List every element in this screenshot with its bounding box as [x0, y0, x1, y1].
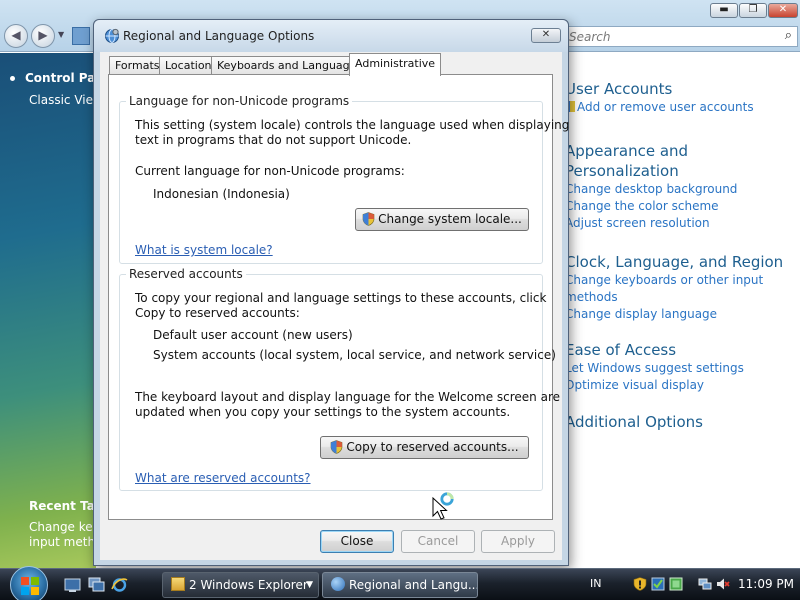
reserved-account-system: System accounts (local system, local ser…: [153, 348, 556, 362]
maximize-button[interactable]: ❐: [739, 3, 767, 18]
window-close-button[interactable]: ✕: [768, 3, 798, 18]
category-user-accounts: User Accounts Add or remove user account…: [565, 79, 754, 116]
group-legend: Language for non-Unicode programs: [126, 94, 353, 108]
tab-location[interactable]: Location: [159, 56, 218, 75]
what-are-reserved-accounts-link[interactable]: What are reserved accounts?: [135, 471, 311, 485]
dialog-close-button[interactable]: ✕: [531, 28, 561, 43]
search-icon[interactable]: ⌕: [785, 28, 792, 43]
windows-logo-icon: [21, 577, 39, 595]
back-arrow-icon: ◀: [11, 28, 21, 42]
current-language-value: Indonesian (Indonesia): [153, 187, 290, 201]
search-input[interactable]: Search ⌕: [560, 26, 798, 47]
current-language-label: Current language for non-Unicode program…: [135, 164, 405, 178]
category-link[interactable]: Let Windows suggest settings: [565, 360, 744, 377]
category-title[interactable]: Additional Options: [565, 412, 703, 432]
taskbar-windows-explorer[interactable]: 2 Windows Explorer ▼: [162, 572, 319, 598]
category-link[interactable]: Change desktop background: [565, 181, 737, 198]
volume-muted-icon[interactable]: [716, 577, 730, 591]
reserved-account-default: Default user account (new users): [153, 328, 353, 342]
welcome-screen-note: The keyboard layout and display language…: [135, 390, 560, 419]
input-language-indicator[interactable]: IN: [590, 577, 601, 590]
category-additional-options: Additional Options: [565, 412, 703, 432]
switch-windows-icon[interactable]: [88, 577, 105, 593]
group-legend: Reserved accounts: [126, 267, 246, 281]
control-panel-icon: [72, 27, 90, 45]
category-title[interactable]: Clock, Language, and Region: [565, 252, 783, 272]
category-clock-language-region: Clock, Language, and Region Change keybo…: [565, 252, 783, 323]
tab-formats[interactable]: Formats: [109, 56, 166, 75]
forward-button[interactable]: ▶: [31, 24, 55, 48]
category-ease-of-access: Ease of Access Let Windows suggest setti…: [565, 340, 744, 394]
network-icon[interactable]: [698, 577, 712, 591]
windows-update-icon[interactable]: [669, 577, 683, 591]
start-button[interactable]: [10, 566, 48, 600]
category-link[interactable]: Optimize visual display: [565, 377, 744, 394]
globe-icon: [105, 28, 119, 43]
category-title[interactable]: Appearance and: [565, 141, 737, 161]
chevron-down-icon: ▼: [306, 580, 313, 590]
tab-administrative[interactable]: Administrative: [349, 53, 442, 76]
category-link[interactable]: methods: [565, 289, 783, 306]
regional-language-dialog: Regional and Language Options ✕ Formats …: [93, 19, 569, 566]
forward-arrow-icon: ▶: [38, 28, 48, 42]
checkmark-tray-icon[interactable]: [651, 577, 665, 591]
folder-icon: [171, 577, 185, 591]
taskbar: 2 Windows Explorer ▼ Regional and Langu.…: [0, 566, 800, 600]
dialog-body: Formats Location Keyboards and Languages…: [100, 52, 569, 560]
sidebar-item-classic-view[interactable]: Classic View: [29, 93, 103, 107]
busy-cursor-icon: [432, 492, 454, 520]
category-link[interactable]: Change the color scheme: [565, 198, 737, 215]
category-title-line2[interactable]: Personalization: [565, 161, 737, 181]
change-system-locale-button[interactable]: Change system locale...: [355, 208, 529, 231]
minimize-button[interactable]: ▬: [710, 3, 738, 18]
tab-panel-administrative: Language for non-Unicode programs This s…: [108, 74, 569, 520]
dialog-titlebar[interactable]: Regional and Language Options ✕: [94, 20, 568, 52]
tab-keyboards-and-languages[interactable]: Keyboards and Languages: [211, 56, 369, 75]
sidebar-recent-task-link[interactable]: Change keyboards or other input methods: [29, 520, 97, 550]
category-link[interactable]: Adjust screen resolution: [565, 215, 737, 232]
taskbar-regional-language[interactable]: Regional and Langu...: [322, 572, 478, 598]
system-clock[interactable]: 11:09 PM: [738, 577, 794, 591]
close-icon: ✕: [541, 29, 551, 40]
dialog-title: Regional and Language Options: [123, 29, 315, 43]
security-shield-icon[interactable]: [633, 577, 647, 591]
show-desktop-icon[interactable]: [64, 577, 81, 593]
what-is-system-locale-link[interactable]: What is system locale?: [135, 243, 273, 257]
sidebar: Control Panel Home Classic View Recent T…: [0, 53, 159, 568]
recent-pages-dropdown-icon[interactable]: ▼: [58, 30, 64, 39]
category-link[interactable]: Add or remove user accounts: [565, 99, 754, 116]
internet-explorer-icon[interactable]: [111, 577, 128, 593]
locale-description: This setting (system locale) controls th…: [135, 118, 570, 147]
globe-icon: [331, 577, 345, 591]
category-appearance: Appearance and Personalization Change de…: [565, 141, 737, 232]
category-link[interactable]: Change display language: [565, 306, 783, 323]
non-unicode-group: Language for non-Unicode programs This s…: [119, 94, 569, 264]
reserved-description: To copy your regional and language setti…: [135, 291, 547, 320]
uac-shield-icon: [362, 212, 375, 226]
apply-button[interactable]: Apply: [481, 530, 555, 553]
back-button[interactable]: ◀: [4, 24, 28, 48]
cancel-button[interactable]: Cancel: [401, 530, 475, 553]
uac-shield-icon: [331, 440, 343, 454]
reserved-accounts-group: Reserved accounts To copy your regional …: [119, 267, 560, 491]
category-title[interactable]: User Accounts: [565, 79, 754, 99]
copy-to-reserved-accounts-button[interactable]: Copy to reserved accounts...: [320, 436, 529, 459]
bullet-icon: [10, 76, 15, 81]
close-button[interactable]: Close: [320, 530, 394, 553]
category-title[interactable]: Ease of Access: [565, 340, 744, 360]
category-link[interactable]: Change keyboards or other input: [565, 272, 783, 289]
